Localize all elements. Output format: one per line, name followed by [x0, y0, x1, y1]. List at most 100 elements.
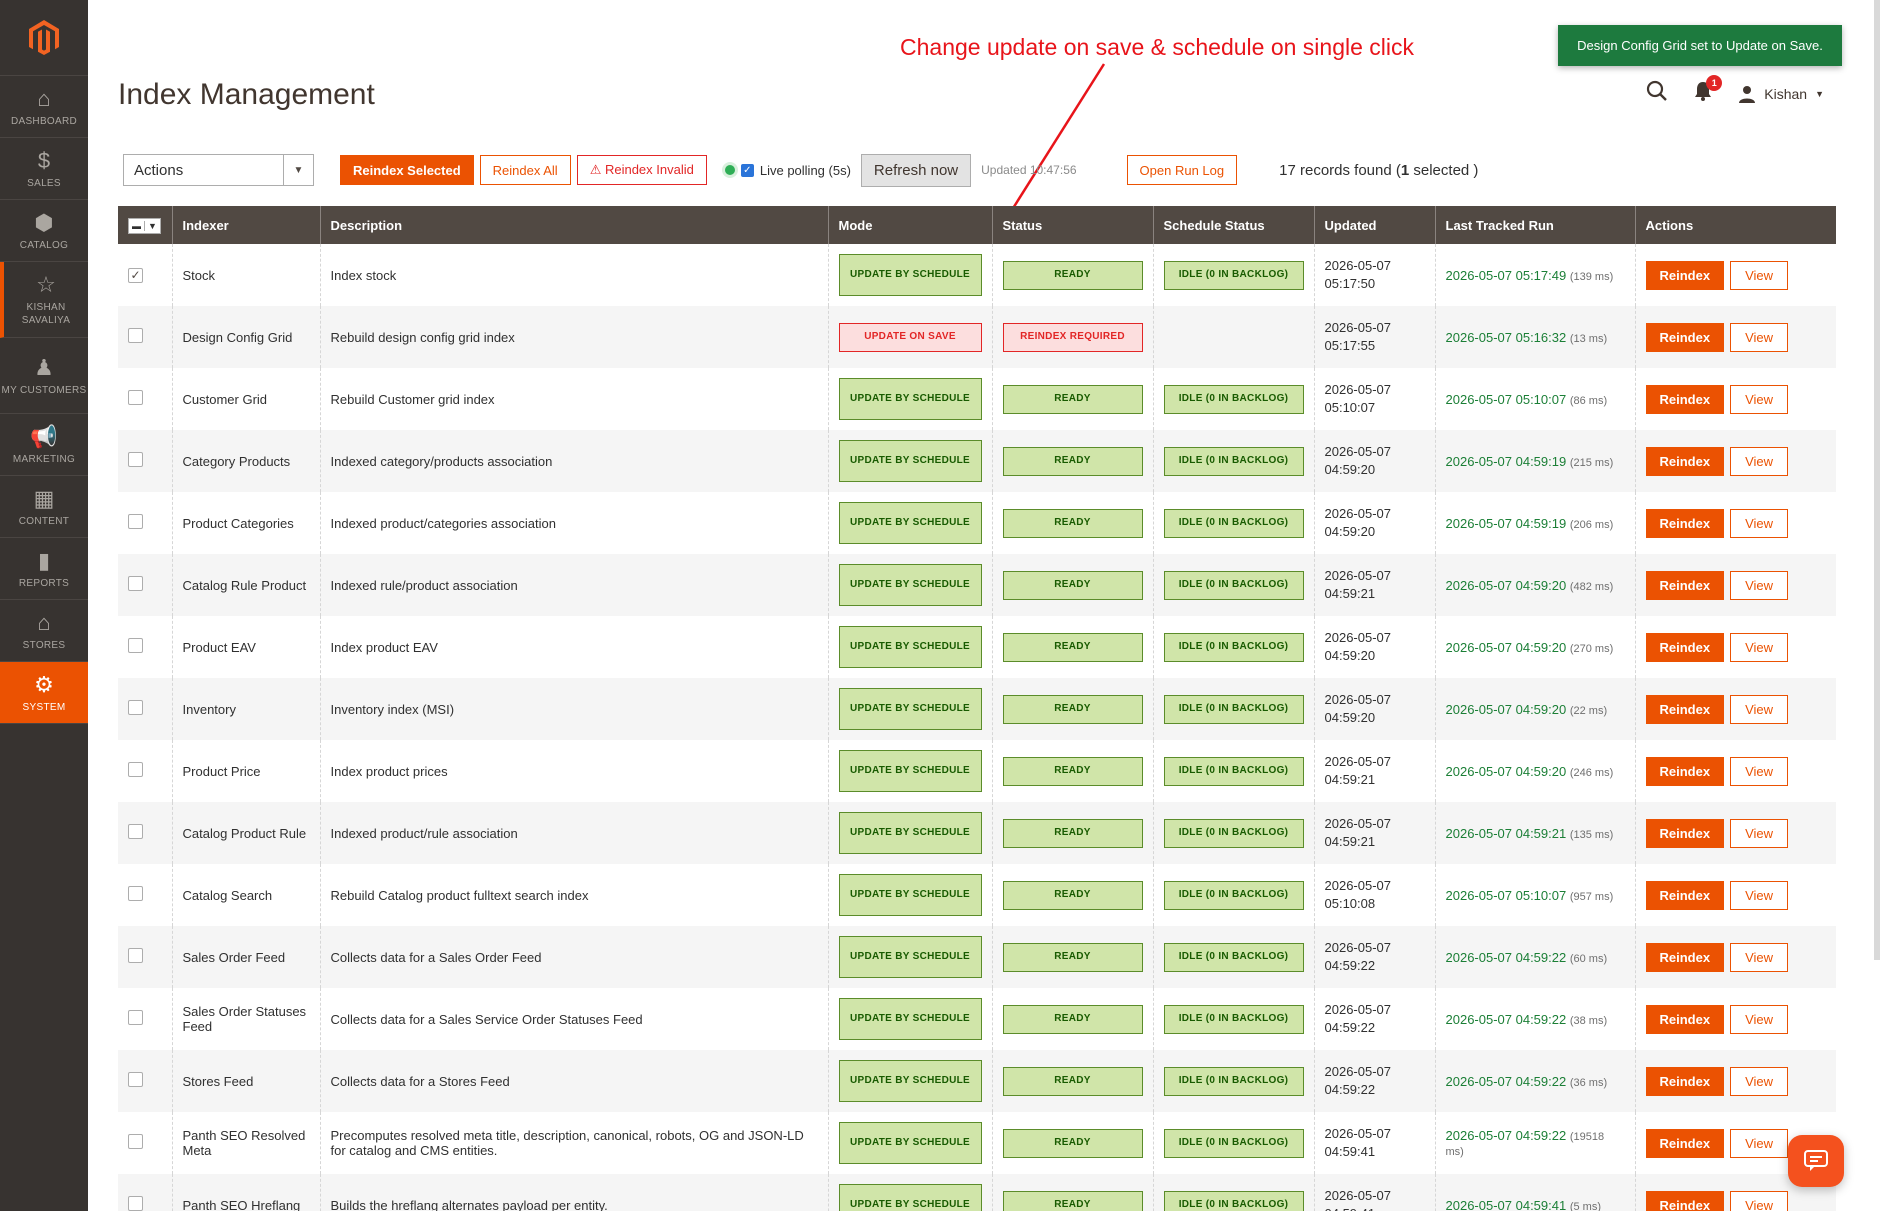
search-icon[interactable] — [1646, 80, 1668, 107]
row-select-cell[interactable] — [118, 1050, 173, 1112]
live-polling-checkbox[interactable]: ✓ — [740, 163, 754, 177]
table-row[interactable]: Inventory Inventory index (MSI) UPDATE BY … — [118, 678, 1836, 740]
last-run-timestamp[interactable]: 2026-05-07 04:59:20 — [1446, 702, 1567, 717]
row-select-cell[interactable] — [118, 864, 173, 926]
row-checkbox[interactable] — [128, 638, 143, 653]
table-row[interactable]: Panth SEO Hreflang Builds the hreflang al… — [118, 1174, 1836, 1211]
row-select-cell[interactable] — [118, 554, 173, 616]
row-checkbox[interactable] — [128, 1010, 143, 1025]
row-select-cell[interactable] — [118, 1174, 173, 1211]
mode-toggle-badge[interactable]: UPDATE BY SCHEDULE — [838, 750, 982, 792]
sidebar-item-marketing[interactable]: 📢 MARKETING — [0, 414, 88, 476]
sidebar-item-sales[interactable]: $ SALES — [0, 138, 88, 200]
row-checkbox[interactable]: ✓ — [128, 267, 143, 283]
sidebar-item-dashboard[interactable]: ⌂ DASHBOARD — [0, 76, 88, 138]
row-reindex-button[interactable]: Reindex — [1645, 322, 1725, 352]
column-updated[interactable]: Updated — [1314, 206, 1436, 244]
row-select-cell[interactable] — [118, 678, 173, 740]
table-row[interactable]: Catalog Rule Product Indexed rule/product… — [118, 554, 1836, 616]
last-run-timestamp[interactable]: 2026-05-07 04:59:20 — [1446, 578, 1567, 593]
row-reindex-button[interactable]: Reindex — [1645, 446, 1725, 476]
last-run-timestamp[interactable]: 2026-05-07 04:59:21 — [1446, 826, 1567, 841]
row-view-button[interactable]: View — [1730, 1004, 1789, 1034]
table-row[interactable]: Customer Grid Rebuild Customer grid index… — [118, 368, 1836, 430]
row-checkbox[interactable] — [128, 390, 143, 405]
mass-actions-select[interactable]: Actions ▼ — [123, 154, 314, 186]
table-row[interactable]: Panth SEO Resolved Meta Precomputes resol… — [118, 1112, 1836, 1174]
table-row[interactable]: Product Price Index product prices UPDATE … — [118, 740, 1836, 802]
last-run-timestamp[interactable]: 2026-05-07 04:59:19 — [1446, 454, 1567, 469]
last-run-timestamp[interactable]: 2026-05-07 05:17:49 — [1446, 268, 1567, 283]
row-select-cell[interactable] — [118, 430, 173, 492]
column-indexer[interactable]: Indexer — [172, 206, 321, 244]
table-row[interactable]: Stores Feed Collects data for a Stores Fe… — [118, 1050, 1836, 1112]
mode-toggle-badge[interactable]: UPDATE BY SCHEDULE — [838, 254, 982, 296]
row-select-cell[interactable] — [118, 926, 173, 988]
table-row[interactable]: Sales Order Statuses Feed Collects data f… — [118, 988, 1836, 1050]
row-checkbox[interactable] — [128, 514, 143, 529]
row-select-cell[interactable] — [118, 492, 173, 554]
row-checkbox[interactable] — [128, 700, 143, 715]
column-mode[interactable]: Mode — [828, 206, 993, 244]
table-row[interactable]: Catalog Search Rebuild Catalog product fu… — [118, 864, 1836, 926]
row-select-cell[interactable] — [118, 740, 173, 802]
table-row[interactable]: ✓ Stock Index stock UPDATE BY SCHEDULE READY… — [118, 244, 1836, 306]
mode-toggle-badge[interactable]: UPDATE BY SCHEDULE — [838, 1122, 982, 1164]
chat-widget-button[interactable] — [1788, 1135, 1844, 1187]
row-view-button[interactable]: View — [1730, 756, 1789, 786]
row-checkbox[interactable] — [128, 1196, 143, 1211]
row-checkbox[interactable] — [128, 824, 143, 839]
page-scrollbar[interactable] — [1874, 0, 1880, 960]
last-run-timestamp[interactable]: 2026-05-07 04:59:20 — [1446, 764, 1567, 779]
row-checkbox[interactable] — [128, 1134, 143, 1149]
mode-toggle-badge[interactable]: UPDATE BY SCHEDULE — [838, 502, 982, 544]
row-view-button[interactable]: View — [1730, 508, 1789, 538]
column-last-tracked-run[interactable]: Last Tracked Run — [1435, 206, 1636, 244]
row-reindex-button[interactable]: Reindex — [1645, 384, 1725, 414]
live-polling-control[interactable]: ✓ Live polling (5s) — [724, 163, 851, 178]
row-view-button[interactable]: View — [1730, 322, 1789, 352]
row-checkbox[interactable] — [128, 452, 143, 467]
sidebar-item-kishan-savaliya[interactable]: ☆ KISHAN SAVALIYA — [0, 262, 88, 338]
table-row[interactable]: Sales Order Feed Collects data for a Sale… — [118, 926, 1836, 988]
row-reindex-button[interactable]: Reindex — [1645, 942, 1725, 972]
row-checkbox[interactable] — [128, 762, 143, 777]
row-select-cell[interactable] — [118, 616, 173, 678]
row-reindex-button[interactable]: Reindex — [1645, 694, 1725, 724]
mode-toggle-badge[interactable]: UPDATE BY SCHEDULE — [838, 874, 982, 916]
last-run-timestamp[interactable]: 2026-05-07 04:59:22 — [1446, 1012, 1567, 1027]
row-checkbox[interactable] — [128, 328, 143, 343]
row-view-button[interactable]: View — [1730, 1066, 1789, 1096]
mode-toggle-badge[interactable]: UPDATE BY SCHEDULE — [838, 688, 982, 730]
mode-toggle-badge[interactable]: UPDATE BY SCHEDULE — [838, 998, 982, 1040]
row-select-cell[interactable]: ✓ — [118, 244, 173, 306]
open-run-log-button[interactable]: Open Run Log — [1126, 155, 1238, 185]
row-view-button[interactable]: View — [1730, 260, 1789, 290]
row-reindex-button[interactable]: Reindex — [1645, 880, 1725, 910]
row-view-button[interactable]: View — [1730, 1190, 1789, 1211]
last-run-timestamp[interactable]: 2026-05-07 04:59:20 — [1446, 640, 1567, 655]
row-reindex-button[interactable]: Reindex — [1645, 508, 1725, 538]
mode-toggle-badge[interactable]: UPDATE BY SCHEDULE — [838, 1060, 982, 1102]
mode-toggle-badge[interactable]: UPDATE BY SCHEDULE — [838, 936, 982, 978]
last-run-timestamp[interactable]: 2026-05-07 04:59:22 — [1446, 1128, 1567, 1143]
row-view-button[interactable]: View — [1730, 632, 1789, 662]
mode-toggle-badge[interactable]: UPDATE BY SCHEDULE — [838, 564, 982, 606]
row-view-button[interactable]: View — [1730, 384, 1789, 414]
row-select-cell[interactable] — [118, 306, 173, 368]
last-run-timestamp[interactable]: 2026-05-07 04:59:22 — [1446, 950, 1567, 965]
row-checkbox[interactable] — [128, 1072, 143, 1087]
row-checkbox[interactable] — [128, 948, 143, 963]
table-row[interactable]: Design Config Grid Rebuild design config … — [118, 306, 1836, 368]
sidebar-item-catalog[interactable]: ⬢ CATALOG — [0, 200, 88, 262]
mode-toggle-badge[interactable]: UPDATE BY SCHEDULE — [838, 440, 982, 482]
row-reindex-button[interactable]: Reindex — [1645, 1004, 1725, 1034]
sidebar-item-system[interactable]: ⚙ SYSTEM — [0, 662, 88, 724]
mode-toggle-badge[interactable]: UPDATE BY SCHEDULE — [838, 1184, 982, 1211]
notifications-bell[interactable]: 1 — [1694, 75, 1723, 106]
sidebar-item-reports[interactable]: ▮ REPORTS — [0, 538, 88, 600]
row-checkbox[interactable] — [128, 576, 143, 591]
row-view-button[interactable]: View — [1730, 446, 1789, 476]
magento-logo[interactable] — [0, 0, 88, 76]
last-run-timestamp[interactable]: 2026-05-07 04:59:22 — [1446, 1074, 1567, 1089]
